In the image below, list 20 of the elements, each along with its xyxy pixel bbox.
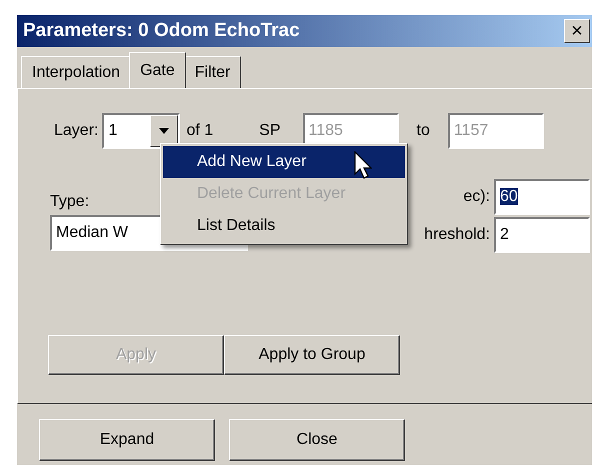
field-label: hreshold: [424,226,490,244]
menu-item[interactable]: Add New Layer [163,146,405,178]
field-label: to [416,122,430,140]
field-label: Layer: [54,122,98,140]
tab[interactable]: Gate [129,52,186,88]
field-label: Type: [50,193,90,211]
pointer-icon [354,151,372,179]
field-label: SP [259,122,280,140]
action-button[interactable]: Apply to Group [224,335,400,375]
layer-dropdown[interactable]: 1 [102,113,180,149]
dialog-button[interactable]: Expand [39,419,215,461]
tab[interactable]: Interpolation [21,56,132,88]
dialog-button[interactable]: Close [229,419,405,461]
tab[interactable]: Filter [184,56,242,88]
close-button[interactable]: × [564,19,590,43]
field-label: ec): [463,188,490,206]
window-title: Parameters: 0 Odom EchoTrac [23,20,300,42]
input-field[interactable]: 60 [494,179,590,215]
count-label: of 1 [186,122,214,140]
input-field[interactable]: 2 [494,217,590,253]
